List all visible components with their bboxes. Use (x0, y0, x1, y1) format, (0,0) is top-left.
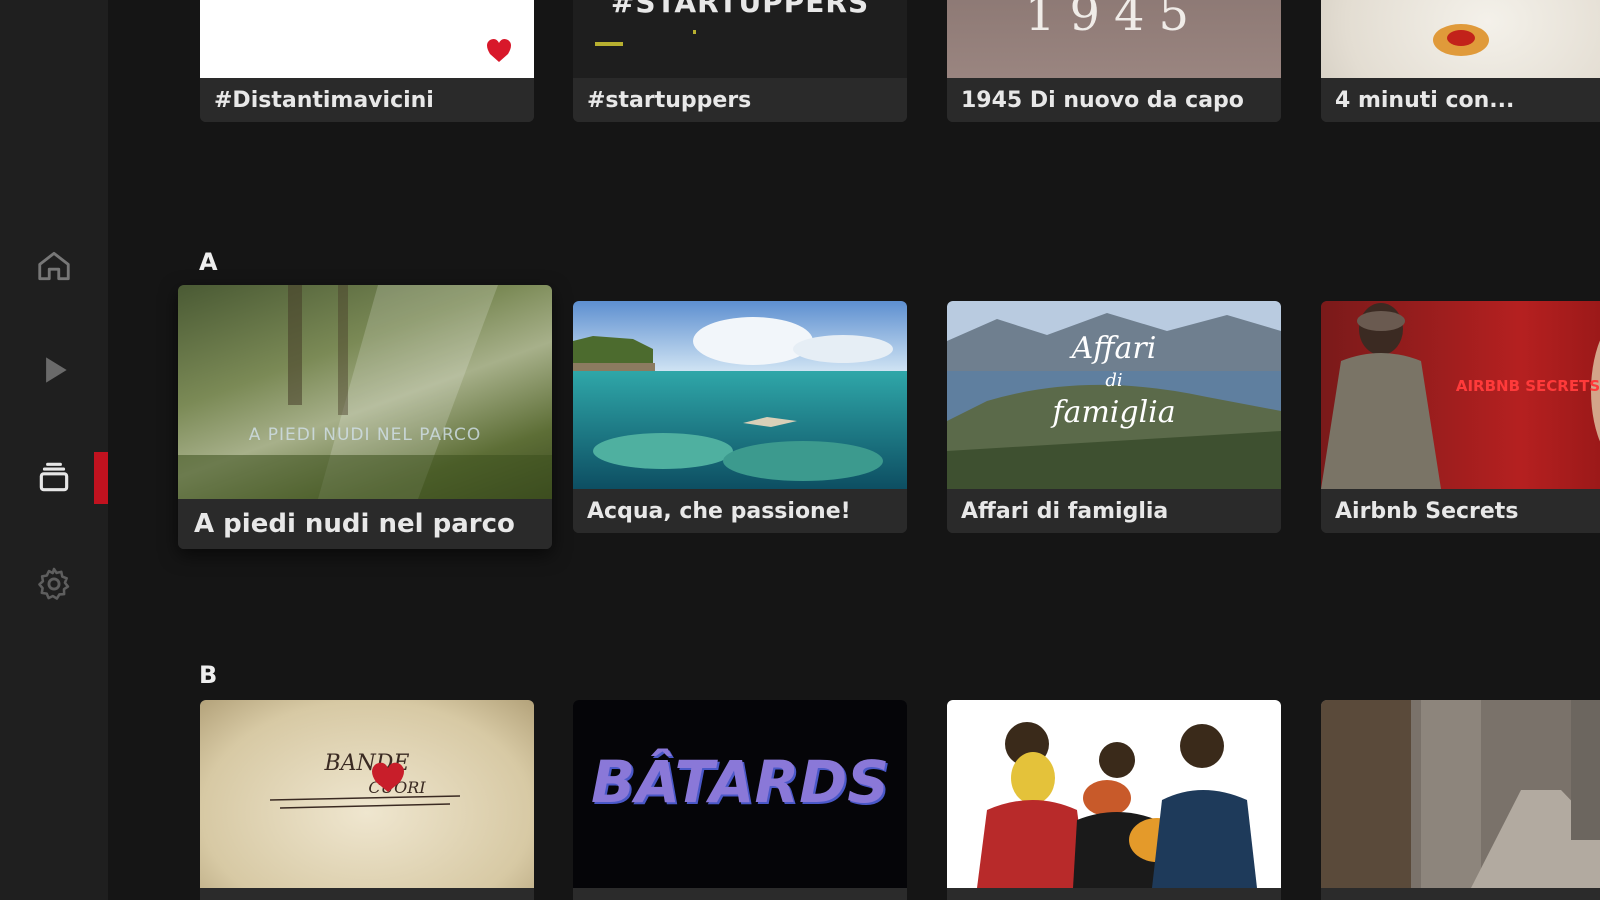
sidebar-item-play[interactable] (0, 338, 108, 402)
section-letter: A (199, 248, 218, 276)
show-title: A piedi nudi nel parco (178, 499, 552, 549)
sidebar-item-settings[interactable] (0, 552, 108, 616)
play-icon (46, 357, 67, 383)
show-thumbnail: #STARTUPPERS (573, 0, 907, 78)
show-card[interactable]: 1945 1945 Di nuovo da capo (947, 0, 1281, 122)
show-thumbnail (200, 0, 534, 78)
show-thumbnail: Affari di famiglia (947, 301, 1281, 489)
show-title: Airbnb Secrets (1321, 489, 1600, 533)
gear-icon (38, 567, 70, 600)
show-card-focused[interactable]: A PIEDI NUDI NEL PARCO A piedi nudi nel … (178, 285, 552, 549)
show-card[interactable]: Affari di famiglia Affari di famiglia (947, 301, 1281, 533)
show-thumbnail: AIRBNB SECRETS (1321, 301, 1600, 489)
app-root: #Distantimavicini #STARTUPPERS #startupp… (0, 0, 1600, 900)
show-card[interactable]: Acqua, che passione! (573, 301, 907, 533)
show-thumbnail (947, 700, 1281, 888)
section-letter: B (199, 661, 218, 689)
show-card[interactable] (947, 700, 1281, 900)
show-thumbnail: 1945 (947, 0, 1281, 78)
show-card[interactable]: #Distantimavicini (200, 0, 534, 122)
sidebar-item-catalog[interactable] (0, 445, 108, 509)
home-icon (38, 251, 70, 281)
show-title: 4 minuti con... (1321, 78, 1600, 122)
show-thumbnail (573, 301, 907, 489)
show-title: Acqua, che passione! (573, 489, 907, 533)
show-thumbnail: A PIEDI NUDI NEL PARCO (178, 285, 552, 499)
show-title: 1945 Di nuovo da capo (947, 78, 1281, 122)
show-thumbnail: BANDE CUORI (200, 700, 534, 888)
show-thumbnail: BÂTARDS (573, 700, 907, 888)
show-title: #startuppers (573, 78, 907, 122)
show-card[interactable]: #STARTUPPERS #startuppers (573, 0, 907, 122)
show-title: Affari di famiglia (947, 489, 1281, 533)
sidebar (0, 0, 108, 900)
show-card[interactable]: BÂTARDS (573, 700, 907, 900)
show-card[interactable]: 4 minuti con... (1321, 0, 1600, 122)
show-card[interactable]: AIRBNB SECRETS Airbnb Secrets (1321, 301, 1600, 533)
catalog-content: #Distantimavicini #STARTUPPERS #startupp… (108, 0, 1600, 900)
sidebar-item-home[interactable] (0, 234, 108, 298)
show-thumbnail (1321, 0, 1600, 78)
show-thumbnail (1321, 700, 1600, 888)
show-card[interactable] (1321, 700, 1600, 900)
catalog-icon (39, 462, 69, 492)
show-title: #Distantimavicini (200, 78, 534, 122)
active-indicator (94, 452, 108, 504)
show-card[interactable]: BANDE CUORI (200, 700, 534, 900)
